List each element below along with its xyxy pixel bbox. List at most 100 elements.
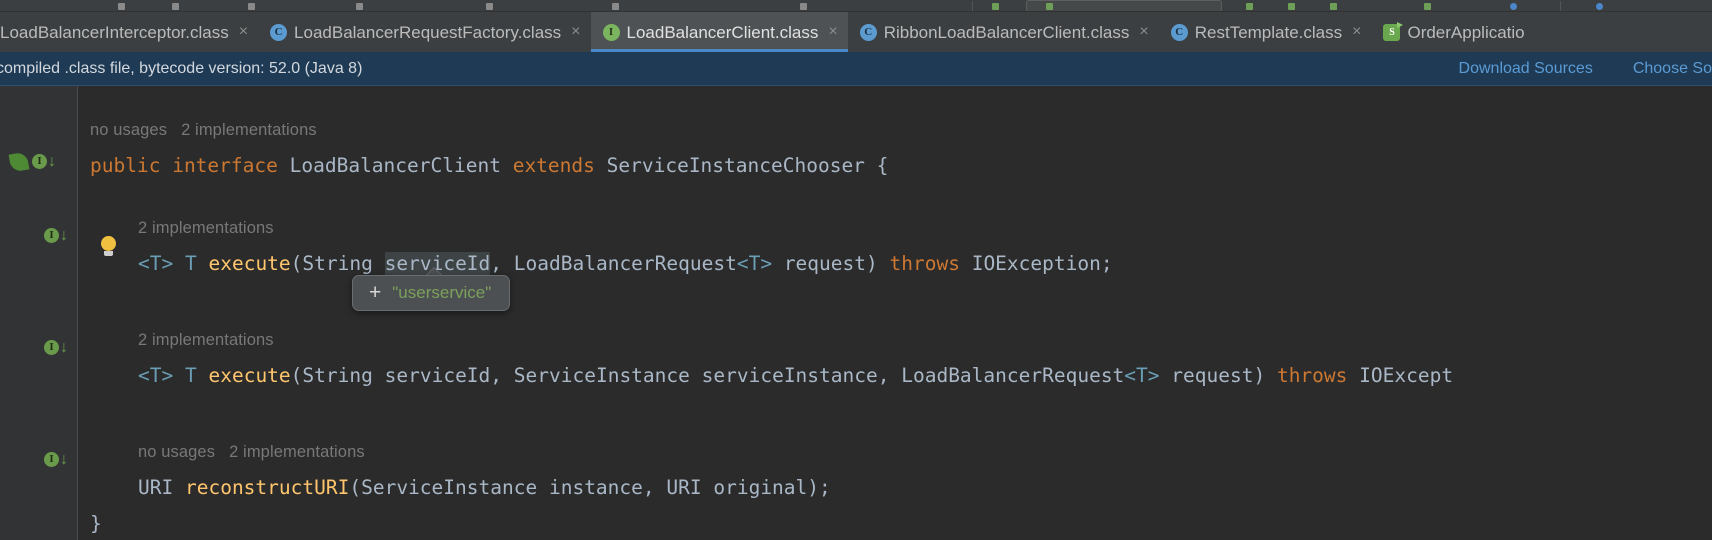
exception-type: IOException; <box>971 252 1113 275</box>
method-name-execute: execute <box>208 252 291 275</box>
comma: , <box>877 364 902 387</box>
implemented-arrow-icon[interactable]: ↓ <box>60 451 68 469</box>
plus-icon[interactable]: + <box>369 282 381 303</box>
tab-label: LoadBalancerRequestFactory.class <box>294 22 562 42</box>
code-editor[interactable]: I ↓ I ↓ I ↓ I ↓ no usages 2 implementati… <box>0 86 1712 540</box>
implemented-icon[interactable]: I <box>44 452 59 467</box>
inlay-value-popup[interactable]: + "userservice" <box>352 275 511 311</box>
implemented-arrow-icon[interactable]: ↓ <box>60 339 68 357</box>
param-type-string: String <box>302 364 373 387</box>
run-configuration-selector[interactable] <box>1026 0 1222 11</box>
tab-resttemplate[interactable]: C RestTemplate.class × <box>1159 12 1372 52</box>
tab-orderapplication[interactable]: S OrderApplicatio <box>1371 12 1534 52</box>
tab-ribbonloadbalancerclient[interactable]: C RibbonLoadBalancerClient.class × <box>848 12 1159 52</box>
settings-icon[interactable] <box>1596 0 1605 11</box>
implemented-icon[interactable]: I <box>44 228 59 243</box>
keyword-extends: extends <box>512 154 595 177</box>
decompiled-file-banner: compiled .class file, bytecode version: … <box>0 52 1712 86</box>
param-original: original <box>713 476 808 499</box>
param-type-uri: URI <box>666 476 702 499</box>
debug-button-icon[interactable] <box>1288 0 1297 11</box>
keyword-public: public <box>90 154 161 177</box>
interface-name: LoadBalancerClient <box>289 154 501 177</box>
banner-message: compiled .class file, bytecode version: … <box>0 59 363 77</box>
run-button-icon[interactable] <box>1246 0 1255 11</box>
implemented-arrow-icon[interactable]: ↓ <box>60 227 68 245</box>
paren-close-semicolon: ); <box>807 476 831 499</box>
param-type-serviceinstance: ServiceInstance <box>513 364 690 387</box>
download-sources-link[interactable]: Download Sources <box>1459 60 1593 78</box>
interface-icon: I <box>602 23 620 41</box>
tab-label: OrderApplicatio <box>1407 22 1525 42</box>
close-icon[interactable]: × <box>1352 24 1361 40</box>
spring-boot-icon[interactable] <box>1046 0 1055 11</box>
tab-loadbalancerclient[interactable]: I LoadBalancerClient.class × <box>590 12 848 52</box>
code-vision-method-2[interactable]: 2 implementations <box>138 322 274 358</box>
code-vision-method-1[interactable]: 2 implementations <box>138 210 274 246</box>
spring-boot-icon: S <box>1383 21 1404 41</box>
toolbar-separator <box>972 1 973 11</box>
editor-tab-bar: LoadBalancerInterceptor.class × C LoadBa… <box>0 12 1712 52</box>
line-closing-brace: } <box>90 512 102 535</box>
param-request: request <box>772 252 866 275</box>
tab-label: LoadBalancerClient.class <box>626 22 819 42</box>
profile-icon[interactable] <box>1424 0 1433 11</box>
close-icon[interactable]: × <box>239 24 248 40</box>
debug-icon[interactable] <box>172 0 181 11</box>
build-icon[interactable] <box>356 0 365 11</box>
gutter-marks-method-1[interactable]: I ↓ <box>20 226 80 248</box>
gutter-marks-method-3[interactable]: I ↓ <box>20 450 80 472</box>
gutter-marks-class[interactable]: I ↓ <box>8 151 68 174</box>
close-icon[interactable]: × <box>828 24 837 40</box>
tab-loadbalancerrequestfactory[interactable]: C LoadBalancerRequestFactory.class × <box>258 12 590 52</box>
line-execute-method-2[interactable]: <T> T execute(String serviceId, ServiceI… <box>138 358 1453 394</box>
close-icon[interactable]: × <box>1139 24 1148 40</box>
param-generic: <T> <box>1124 364 1160 387</box>
class-icon: C <box>270 23 288 41</box>
bookmark-icon[interactable] <box>800 0 809 11</box>
sync-icon[interactable] <box>486 0 495 11</box>
banner-actions: Download Sources Choose So <box>1459 60 1712 78</box>
keyword-throws: throws <box>889 252 960 275</box>
spring-bean-icon[interactable] <box>8 151 30 173</box>
editor-gutter[interactable]: I ↓ I ↓ I ↓ I ↓ <box>0 86 78 540</box>
comma: , <box>490 252 514 275</box>
source-code[interactable]: no usages 2 implementations public inter… <box>78 86 1712 540</box>
intention-bulb-icon[interactable] <box>98 236 118 260</box>
implemented-icon[interactable]: I <box>44 340 59 355</box>
param-request: request <box>1159 364 1254 387</box>
param-serviceid: serviceId <box>384 364 491 387</box>
line-reconstructuri-method[interactable]: URI reconstructURI(ServiceInstance insta… <box>138 470 831 506</box>
gutter-marks-method-2[interactable]: I ↓ <box>20 338 80 360</box>
choose-sources-link[interactable]: Choose So <box>1633 60 1712 78</box>
paren-open: ( <box>290 252 303 275</box>
tab-loadbalancerinterceptor[interactable]: LoadBalancerInterceptor.class × <box>0 12 258 52</box>
open-brace: { <box>876 154 889 177</box>
run-config-run-icon[interactable] <box>992 0 1001 11</box>
code-vision-method-3[interactable]: no usages 2 implementations <box>138 434 365 470</box>
comma: , <box>642 476 667 499</box>
stop-icon[interactable] <box>248 0 257 11</box>
param-generic: <T> <box>736 252 773 275</box>
ide-window: LoadBalancerInterceptor.class × C LoadBa… <box>0 0 1712 540</box>
comma: , <box>490 364 514 387</box>
param-instance: instance <box>548 476 643 499</box>
close-icon[interactable]: × <box>571 24 580 40</box>
main-toolbar-strip <box>0 0 1712 12</box>
code-vision-class[interactable]: no usages 2 implementations <box>90 112 317 148</box>
param-type-lbrequest: LoadBalancerRequest <box>513 252 737 275</box>
paren-close: ) <box>1253 364 1266 387</box>
param-type-string: String <box>302 252 373 275</box>
implemented-arrow-icon[interactable]: ↓ <box>48 153 56 171</box>
popup-value: "userservice" <box>392 282 492 302</box>
run-icon[interactable] <box>118 0 127 11</box>
implemented-icon[interactable]: I <box>32 154 47 169</box>
line-execute-method-1[interactable]: <T> T execute(String serviceId, LoadBala… <box>138 246 1113 282</box>
param-serviceinstance: serviceInstance <box>701 364 878 387</box>
method-name-reconstructuri: reconstructURI <box>184 476 350 499</box>
param-type-lbrequest: LoadBalancerRequest <box>901 364 1125 387</box>
search-everywhere-icon[interactable] <box>1510 0 1519 11</box>
coverage-icon[interactable] <box>1330 0 1339 11</box>
line-interface-declaration[interactable]: public interface LoadBalancerClient exte… <box>90 148 888 184</box>
structure-icon[interactable] <box>612 0 621 11</box>
